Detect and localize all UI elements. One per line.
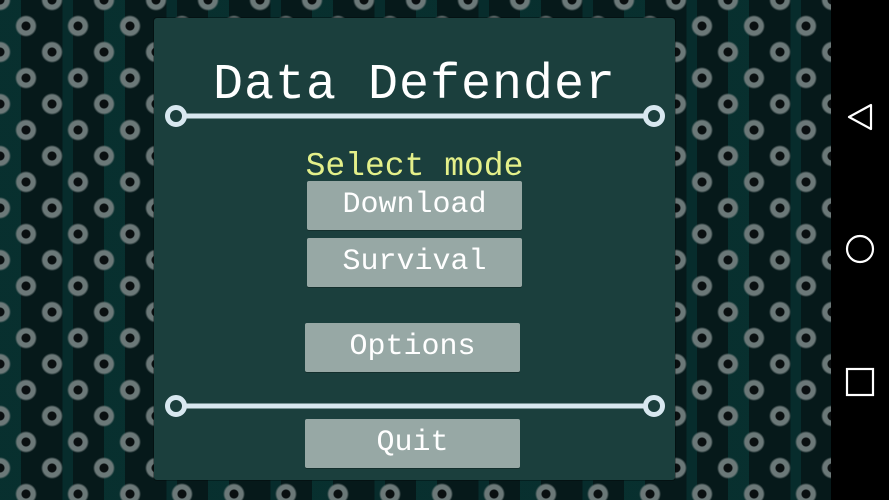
bottom-divider (164, 394, 666, 418)
recents-button[interactable] (845, 367, 875, 397)
download-mode-button[interactable]: Download (307, 181, 522, 230)
back-triangle-icon (847, 103, 873, 131)
options-button[interactable]: Options (305, 323, 520, 372)
home-circle-icon (845, 234, 875, 264)
recents-square-icon (845, 367, 875, 397)
android-navigation-bar (831, 0, 889, 500)
quit-button[interactable]: Quit (305, 419, 520, 468)
survival-mode-button[interactable]: Survival (307, 238, 522, 287)
back-button[interactable] (845, 102, 875, 132)
home-button[interactable] (845, 234, 875, 264)
top-divider (164, 104, 666, 128)
main-menu-panel: Data Defender Select mode Download Survi… (154, 18, 675, 480)
